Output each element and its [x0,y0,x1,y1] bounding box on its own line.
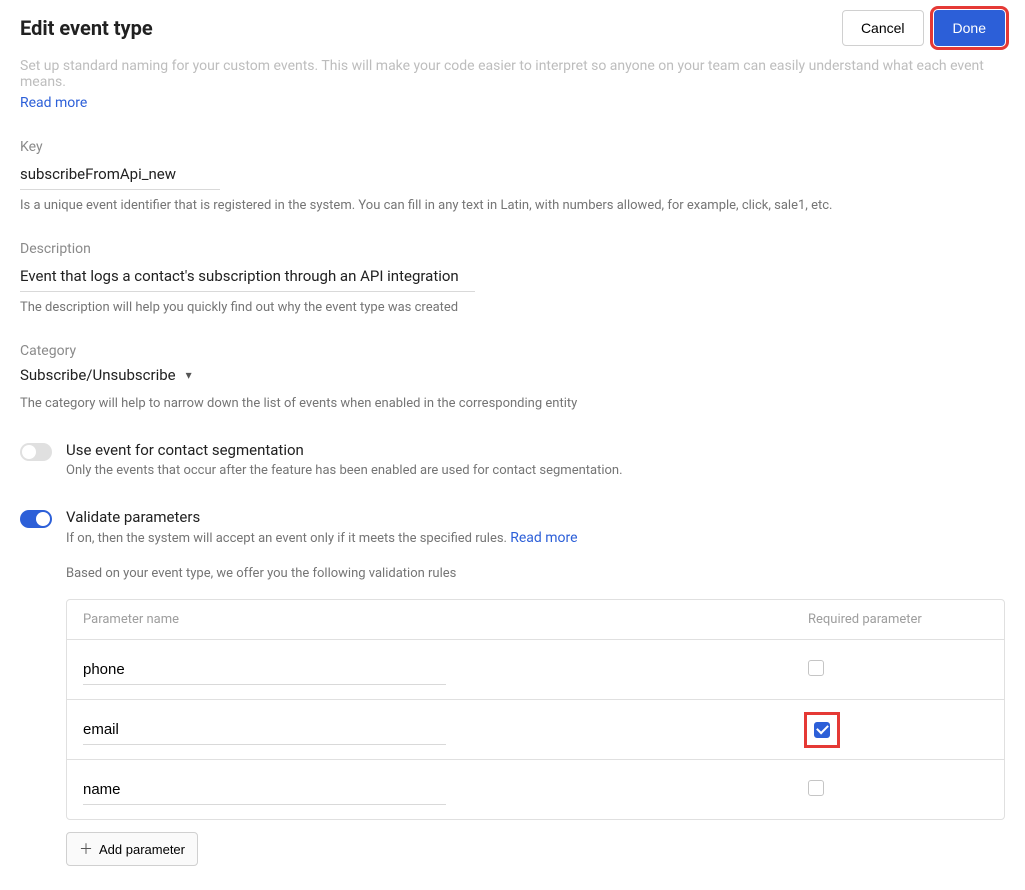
segmentation-toggle[interactable] [20,443,52,461]
description-label: Description [20,241,1005,257]
table-row [67,699,1004,759]
required-checkbox[interactable] [808,660,824,676]
validate-sub: If on, then the system will accept an ev… [66,530,578,546]
segmentation-toggle-row: Use event for contact segmentation Only … [20,441,1005,478]
header-actions: Cancel Done [842,10,1005,46]
validate-sub-text: If on, then the system will accept an ev… [66,531,510,546]
page-title: Edit event type [20,16,153,40]
description-input[interactable]: Event that logs a contact's subscription… [20,263,475,292]
checkbox-wrap [808,780,824,800]
done-button[interactable]: Done [934,10,1005,46]
description-helper: The description will help you quickly fi… [20,300,1005,315]
checkbox-wrap [808,716,836,744]
validate-toggle-row: Validate parameters If on, then the syst… [20,508,1005,546]
key-helper: Is a unique event identifier that is reg… [20,198,1005,213]
validate-read-more-link[interactable]: Read more [510,530,577,546]
parameter-name-input[interactable] [83,775,446,805]
parameter-table: Parameter name Required parameter [66,599,1005,820]
table-row [67,639,1004,699]
key-label: Key [20,139,1005,155]
intro-read-more-link[interactable]: Read more [20,95,87,111]
description-section: Description Event that logs a contact's … [20,241,1005,315]
chevron-down-icon: ▾ [186,368,192,382]
category-label: Category [20,343,1005,359]
plus-icon: ＋ [79,839,93,859]
category-section: Category Subscribe/Unsubscribe ▾ The cat… [20,343,1005,411]
segmentation-sub: Only the events that occur after the fea… [66,463,623,478]
required-cell [808,716,988,744]
parameter-name-input[interactable] [83,715,446,745]
checkbox-wrap [808,660,824,680]
table-row [67,759,1004,819]
required-cell [808,660,988,680]
add-parameter-label: Add parameter [99,842,185,857]
required-checkbox[interactable] [814,722,830,738]
validation-hint: Based on your event type, we offer you t… [66,566,1005,581]
validate-title: Validate parameters [66,508,578,526]
dialog-header: Edit event type Cancel Done [20,10,1005,46]
category-select[interactable]: Subscribe/Unsubscribe ▾ [20,366,192,388]
intro-truncated-text: Set up standard naming for your custom e… [20,58,1005,90]
segmentation-title: Use event for contact segmentation [66,441,623,459]
key-section: Key subscribeFromApi_new Is a unique eve… [20,139,1005,213]
required-checkbox[interactable] [808,780,824,796]
add-parameter-button[interactable]: ＋ Add parameter [66,832,198,866]
key-input[interactable]: subscribeFromApi_new [20,161,220,190]
toggle-knob [22,445,36,459]
category-value: Subscribe/Unsubscribe [20,366,176,384]
validate-toggle[interactable] [20,510,52,528]
parameter-table-header: Parameter name Required parameter [67,600,1004,639]
parameter-name-input[interactable] [83,655,446,685]
required-cell [808,780,988,800]
col-required: Required parameter [808,612,988,627]
category-helper: The category will help to narrow down th… [20,396,1005,411]
col-parameter-name: Parameter name [83,612,808,627]
toggle-knob [36,512,50,526]
cancel-button[interactable]: Cancel [842,10,924,46]
